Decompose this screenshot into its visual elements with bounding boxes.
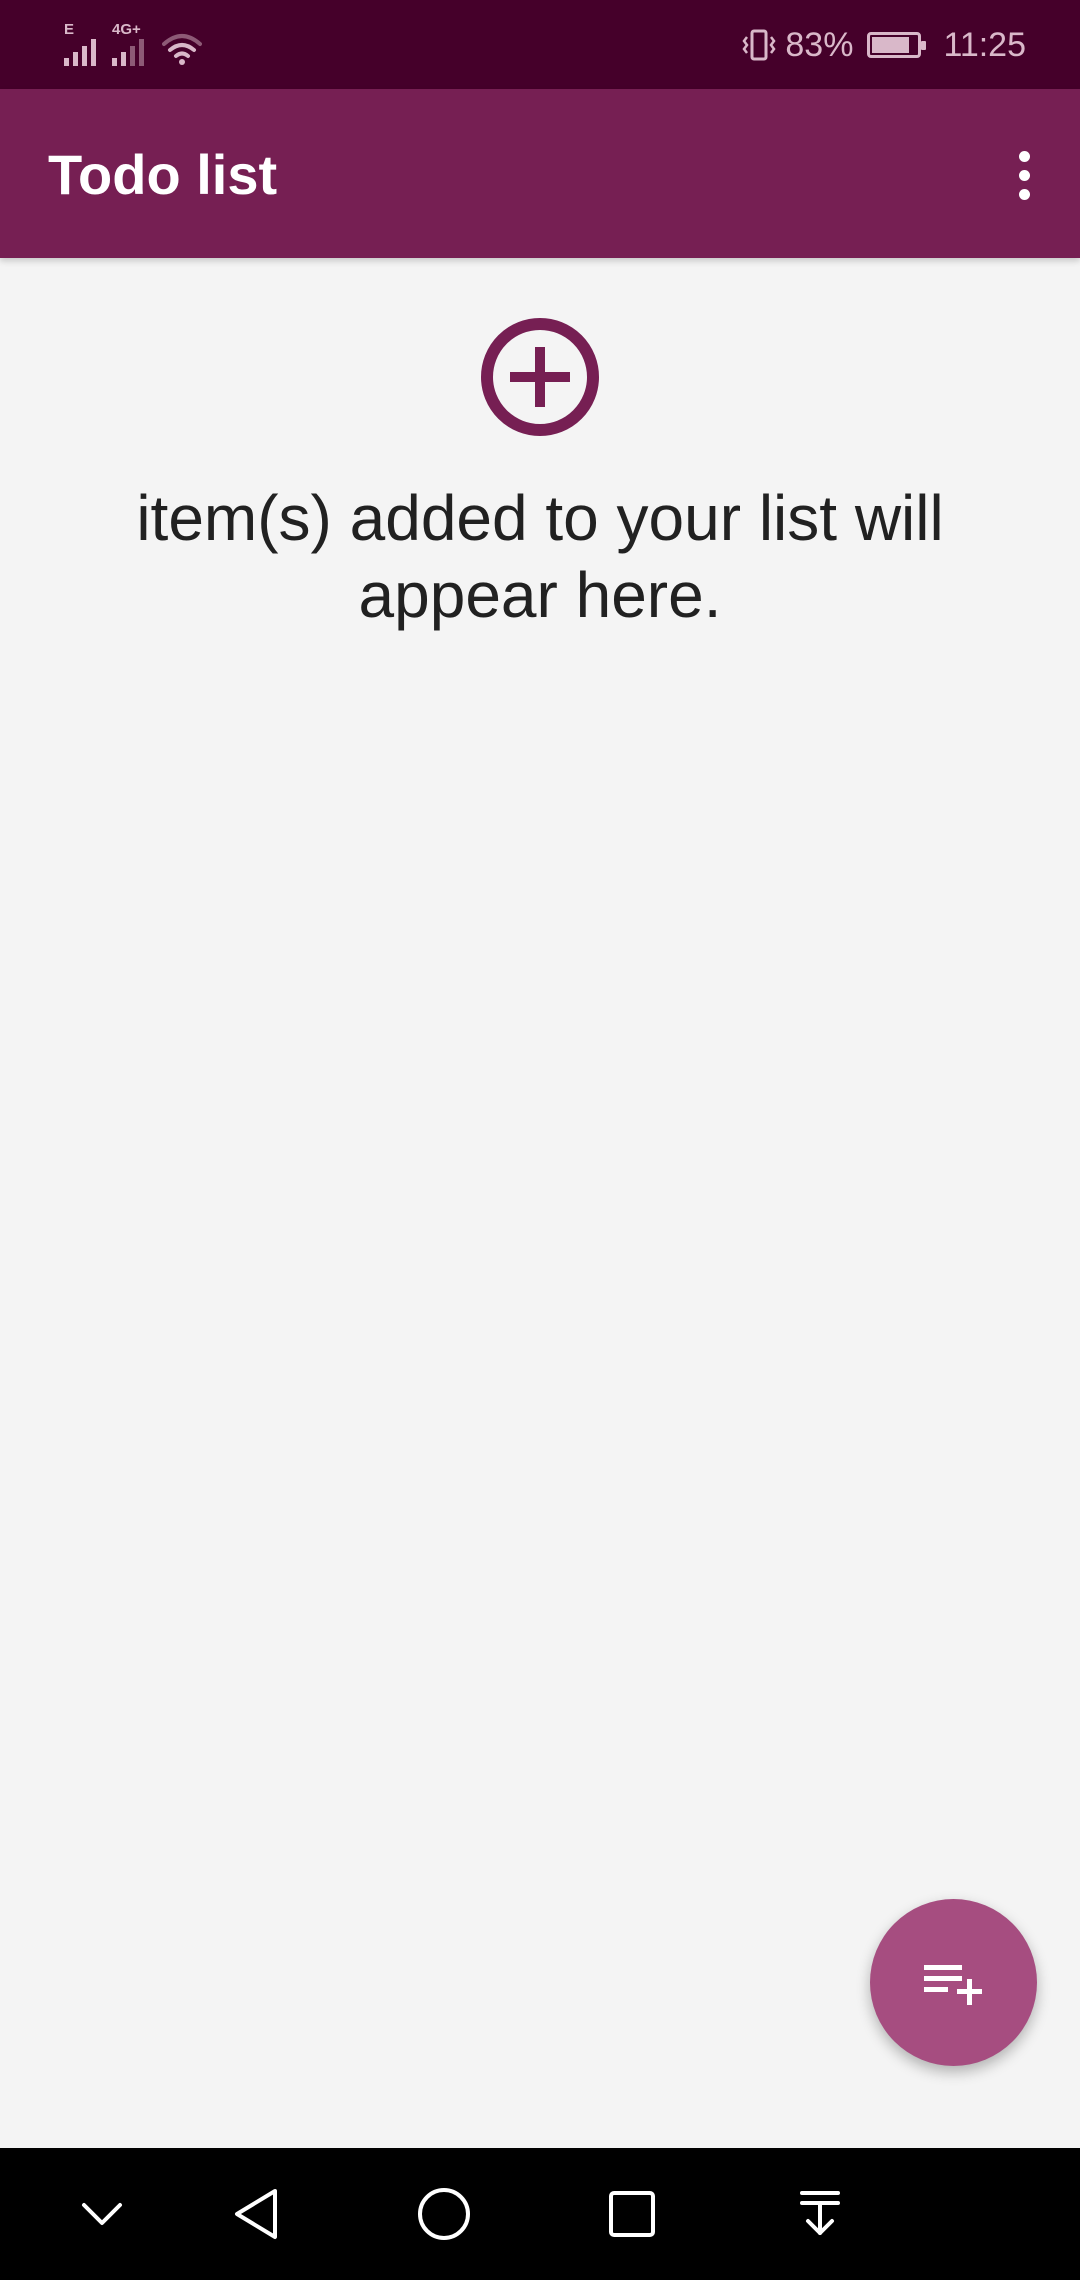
app-title: Todo list	[48, 143, 278, 206]
vibrate-icon	[742, 29, 776, 61]
signal-icon: 4G+	[112, 22, 144, 66]
status-right-icons: 83% 11:25	[741, 22, 1026, 68]
home-button[interactable]	[406, 2176, 482, 2252]
notifications-pull-button[interactable]	[782, 2176, 858, 2252]
add-item-fab[interactable]	[870, 1899, 1037, 2066]
add-circle-icon[interactable]	[480, 317, 600, 437]
wifi-icon	[162, 34, 202, 65]
recents-button[interactable]	[594, 2176, 670, 2252]
network-type-label: 4G+	[112, 21, 141, 38]
back-icon	[235, 2189, 277, 2239]
status-bar: E 4G+ 83% 11:25	[0, 0, 1080, 89]
screen: E 4G+ 83% 11:25 Todo list item(s) added …	[0, 0, 1080, 2280]
chevron-down-icon	[82, 2203, 122, 2225]
signal-icon: E	[64, 22, 96, 66]
status-left-icons: E 4G+	[64, 22, 202, 66]
network-type-label: E	[64, 21, 75, 38]
battery-percent: 83%	[785, 25, 854, 64]
hide-nav-button[interactable]	[64, 2176, 140, 2252]
app-bar: Todo list	[0, 89, 1080, 258]
back-button[interactable]	[218, 2176, 294, 2252]
battery-icon	[867, 32, 927, 58]
clock: 11:25	[943, 25, 1026, 64]
navigation-bar	[0, 2148, 1080, 2280]
playlist-add-icon	[923, 1964, 982, 2005]
more-vert-icon	[1018, 150, 1030, 162]
home-icon	[418, 2188, 470, 2240]
more-options-button[interactable]	[992, 135, 1056, 215]
empty-state-message: item(s) added to your list will appear h…	[136, 482, 944, 631]
recents-icon	[609, 2191, 655, 2237]
notifications-pull-icon	[800, 2191, 840, 2235]
